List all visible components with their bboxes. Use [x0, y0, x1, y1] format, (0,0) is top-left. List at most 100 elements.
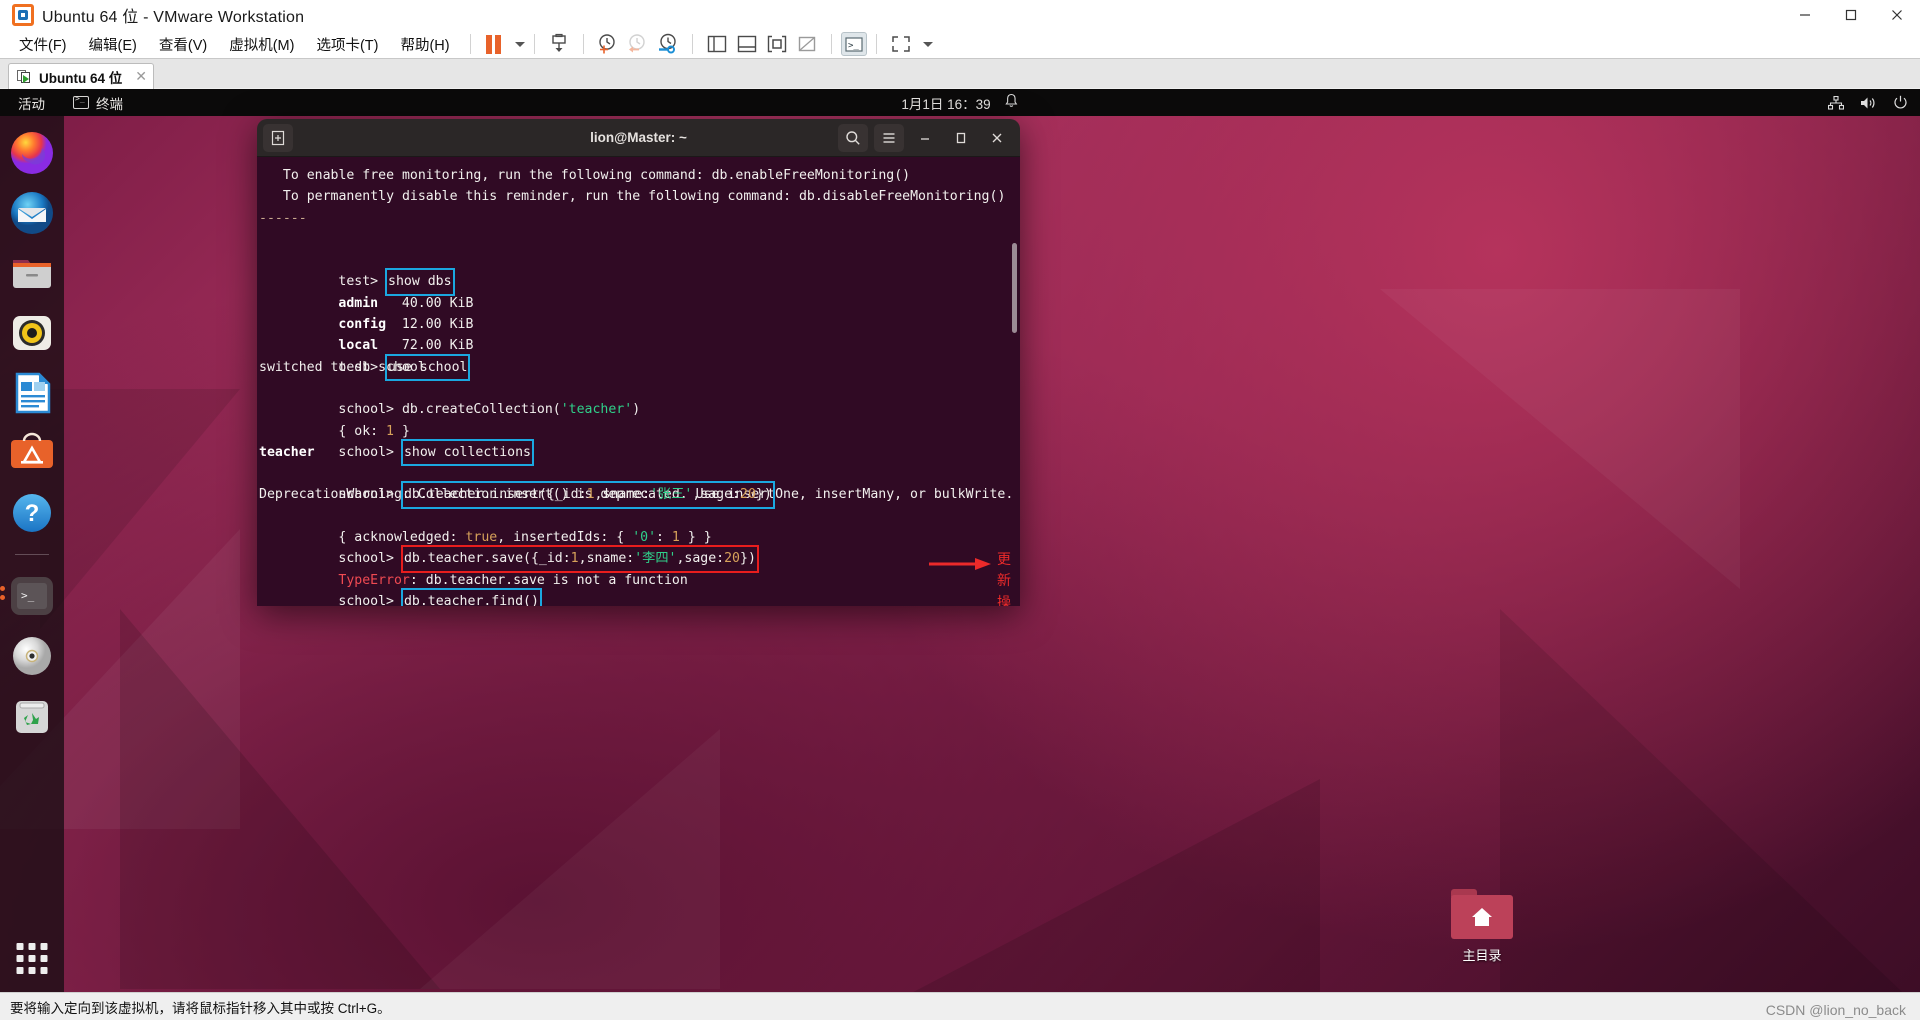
number-literal: 1 [570, 551, 579, 567]
volume-icon [1860, 96, 1877, 110]
terminal-command: ,sname: [594, 487, 651, 503]
snapshot-revert-icon [623, 31, 653, 57]
pause-dropdown-caret-icon[interactable] [514, 41, 525, 47]
watermark: CSDN @lion_no_back [1765, 1002, 1906, 1018]
terminal-line: To enable free monitoring, run the follo… [267, 168, 911, 183]
clock-menu[interactable]: 1月1日 16：39 [901, 93, 1018, 113]
search-icon[interactable] [838, 123, 868, 152]
dock-item-files[interactable] [9, 250, 55, 296]
hamburger-menu-icon[interactable] [874, 123, 904, 152]
svg-text:>_: >_ [21, 589, 35, 602]
dock-item-ubuntu-software[interactable] [9, 430, 55, 476]
minimize-button[interactable] [1782, 0, 1828, 30]
highlighted-command-use-school: use school [385, 353, 471, 382]
terminal-command: ,sname: [578, 551, 635, 567]
toolbar-separator [691, 34, 693, 54]
terminal-command: }) [755, 487, 772, 503]
network-icon [1828, 95, 1844, 110]
dock-item-help[interactable]: ? [9, 490, 55, 536]
unity-mode-icon[interactable]: >_ [840, 32, 867, 56]
toolbar-separator [875, 34, 877, 54]
focused-app-label: 终端 [96, 96, 123, 112]
dock-item-cdrom[interactable] [9, 633, 55, 679]
power-options-icon[interactable] [544, 31, 574, 57]
vm-tab-close-icon[interactable]: ✕ [135, 68, 147, 85]
show-console-icon[interactable] [762, 31, 792, 57]
dock-item-thunderbird[interactable] [9, 190, 55, 236]
toolbar-separator [533, 34, 535, 54]
collection-name: teacher [259, 444, 315, 460]
home-folder-icon [1451, 889, 1513, 939]
fullscreen-icon[interactable] [886, 31, 916, 57]
string-literal: '0' [632, 530, 657, 546]
terminal-command: db.teacher.save({_id: [403, 551, 571, 567]
terminal-output[interactable]: To enable free monitoring, run the follo… [257, 157, 1020, 606]
terminal-scrollbar[interactable] [1012, 243, 1017, 333]
svg-text:?: ? [25, 500, 40, 527]
close-button[interactable] [1874, 0, 1920, 30]
dock-item-libreoffice-writer[interactable] [9, 370, 55, 416]
show-bottom-pane-icon[interactable] [732, 31, 762, 57]
hide-thumbnail-icon[interactable] [792, 31, 822, 57]
terminal-minimize-button[interactable] [910, 124, 940, 152]
dock-item-terminal[interactable]: >_ [0, 573, 55, 619]
pause-button[interactable] [480, 31, 508, 57]
dock-item-trash[interactable] [9, 693, 55, 739]
menu-edit[interactable]: 编辑(E) [78, 30, 148, 59]
system-tray[interactable] [1828, 95, 1908, 110]
svg-text:>_: >_ [848, 41, 859, 51]
toolbar-separator [830, 34, 832, 54]
number-literal: 1 [671, 530, 680, 546]
vm-tab-ubuntu[interactable]: Ubuntu 64 位 ✕ [8, 63, 154, 89]
toolbar-separator [469, 34, 471, 54]
power-icon [1893, 95, 1908, 110]
menu-vm[interactable]: 虚拟机(M) [218, 30, 305, 59]
dock-item-rhythmbox[interactable] [9, 310, 55, 356]
string-literal: '张三' [650, 487, 693, 503]
dock-item-firefox[interactable] [9, 130, 55, 176]
running-indicator [0, 586, 5, 604]
highlighted-command-show-collections: show collections [400, 438, 535, 467]
string-literal: '李四' [634, 551, 677, 567]
db-size: 12.00 KiB [386, 317, 474, 333]
terminal-command: db.createCollection( [401, 402, 561, 418]
db-size: 40.00 KiB [378, 295, 474, 311]
maximize-button[interactable] [1828, 0, 1874, 30]
terminal-maximize-button[interactable] [946, 124, 976, 152]
terminal-command: ,sage: [676, 551, 725, 567]
terminal-command: db.teacher.insert({_id: [403, 487, 587, 503]
vmware-tabstrip: Ubuntu 64 位 ✕ [0, 58, 1920, 89]
desktop-icon-home[interactable]: 主目录 [1432, 889, 1532, 964]
activities-button[interactable]: 活动 [0, 93, 55, 113]
home-glyph-icon [1472, 908, 1492, 926]
menu-file[interactable]: 文件(F) [8, 30, 78, 59]
menu-view[interactable]: 查看(V) [148, 30, 218, 59]
terminal-command: }) [740, 551, 756, 567]
gnome-dock: ? >_ [0, 116, 64, 992]
terminal-prompt: test> [338, 274, 387, 290]
snapshot-take-icon[interactable] [593, 31, 623, 57]
menu-tabs[interactable]: 选项卡(T) [305, 30, 389, 59]
terminal-close-button[interactable] [982, 124, 1012, 152]
show-applications-button[interactable] [16, 943, 48, 974]
terminal-command: show dbs [388, 274, 452, 290]
string-literal: 'teacher' [560, 402, 633, 418]
show-left-pane-icon[interactable] [702, 31, 732, 57]
new-tab-icon[interactable] [263, 123, 293, 152]
number-literal: 1 [586, 487, 595, 503]
db-name: config [338, 317, 387, 333]
terminal-prompt: school> [338, 402, 402, 418]
db-name: local [338, 338, 379, 354]
pause-icon [486, 34, 502, 54]
guest-screen: 活动 终端 1月1日 16：39 [0, 89, 1920, 992]
snapshot-manager-icon[interactable] [653, 31, 683, 57]
fullscreen-dropdown-caret-icon[interactable] [922, 41, 933, 47]
vmware-titlebar: Ubuntu 64 位 - VMware Workstation [0, 0, 1920, 30]
notification-bell-icon [1005, 93, 1019, 113]
db-name: admin [338, 295, 379, 311]
vmware-window-title: Ubuntu 64 位 - VMware Workstation [42, 9, 305, 26]
terminal-icon [73, 94, 89, 109]
terminal-command: ) [632, 402, 641, 418]
menu-help[interactable]: 帮助(H) [389, 30, 460, 59]
focused-app-menu[interactable]: 终端 [73, 93, 123, 113]
